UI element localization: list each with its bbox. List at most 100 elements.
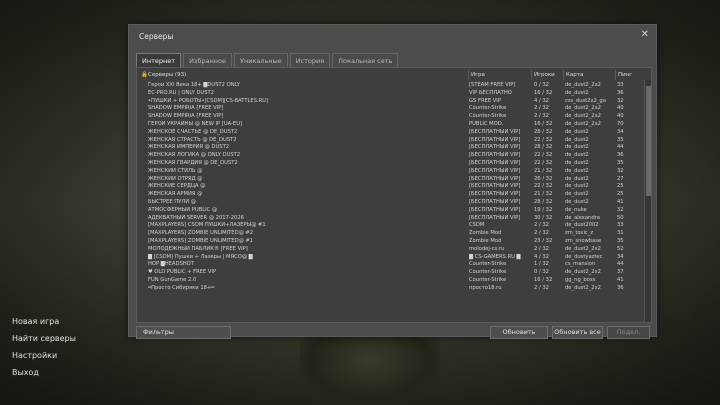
players-cell: 4 / 32 <box>534 97 549 104</box>
server-name-cell: ЖЕНСКИЕ СЕРДЦА @ <box>148 183 206 190</box>
table-row[interactable]: ЖЕНСКАЯ ГВАРДИЯ @ DE_DUST2 [БЕСПЛАТНЫЙ VI… <box>139 160 642 168</box>
game-cell: Counter-Strike <box>469 113 507 120</box>
menu-item-find-servers[interactable]: Найти серверы <box>12 330 76 347</box>
ping-cell: 25 <box>617 183 624 190</box>
server-name-cell: ЖЕНСКАЯ ГВАРДИЯ @ DE_DUST2 <box>148 159 238 166</box>
menu-item-new-game[interactable]: Новая игра <box>12 313 76 330</box>
server-name-cell: ═Просто Сибиряки 18+═ <box>148 284 215 291</box>
table-row[interactable]: •ПУШКИ + РОБОТЫ•[CSDM][CS-BATTLES.RU] GS … <box>139 98 642 106</box>
server-name-cell: [MAXPLAYERS] ZOMBIE UNLIMITED@ #1 <box>148 237 254 244</box>
tab-internet[interactable]: Интернет <box>136 53 182 67</box>
server-name-cell: •ПУШКИ + РОБОТЫ•[CSDM][CS-BATTLES.RU] <box>148 97 269 104</box>
table-row[interactable]: ЖЕНСКИЙ СТИЛЬ @ [БЕСПЛАТНЫЙ VIP] 21 / 32 de… <box>139 168 642 176</box>
server-name-cell: БЫСТРЕЕ ПУЛИ @ <box>148 198 196 205</box>
server-name-cell: FUN GunGame 2.0 <box>148 276 197 283</box>
lock-column-header[interactable]: 🔒 <box>139 70 148 80</box>
table-row[interactable]: SHADOW EMPIRIA [FREE VIP] Counter-Strike 2… <box>139 105 642 113</box>
table-row[interactable]: ═Просто Сибиряки 18+═ просто18.ru 2 / 32 de… <box>139 285 642 293</box>
map-cell: de_dust2_2x2 <box>565 105 601 112</box>
game-column-header[interactable]: Игра <box>469 70 532 80</box>
tab-lan[interactable]: Локальная сеть <box>332 53 399 67</box>
game-cell: Zombie Mod <box>469 237 502 244</box>
filters-button[interactable]: Фильтры <box>136 326 231 339</box>
players-cell: 22 / 32 <box>534 152 553 159</box>
server-name-cell: ЖЕНСКИЙ ОТРЯД @ <box>148 175 203 182</box>
table-row[interactable]: [MAXPLAYERS] ZOMBIE UNLIMITED@ #2 Zombie … <box>139 230 642 238</box>
tab-unique[interactable]: Уникальные <box>233 53 288 67</box>
table-row[interactable]: Герои XXI Века 18+ █DUST2 ONLY [STEAM FRE… <box>139 82 642 90</box>
table-row[interactable]: ЖЕНСКИЙ ОТРЯД @ [БЕСПЛАТНЫЙ VIP] 26 / 32 de… <box>139 176 642 184</box>
table-row[interactable]: ЖЕНСКАЯ СТРАСТЬ @ DE_DUST2 [БЕСПЛАТНЫЙ VI… <box>139 137 642 145</box>
table-row[interactable]: SHADOW EMPIRIA [FREE VIP] Counter-Strike 2… <box>139 113 642 121</box>
table-row[interactable]: ♥ OLD PUBLIC + FREE VIP Counter-Strike 0 /… <box>139 269 642 277</box>
players-cell: 28 / 32 <box>534 144 553 151</box>
menu-item-exit[interactable]: Выход <box>12 364 76 381</box>
players-cell: 21 / 32 <box>534 191 553 198</box>
players-cell: 1 / 32 <box>534 261 549 268</box>
table-row[interactable]: [MAXPLAYERS] CSDM ПУШКИ+ЛАЗЕРЫ@ #1 CSDM 2 … <box>139 222 642 230</box>
players-cell: 2 / 32 <box>534 105 549 112</box>
ping-column-header[interactable]: Пинг <box>616 70 646 80</box>
table-row[interactable]: АДЕКВАТНЫЙ SERVER @ 2017-2026 [БЕСПЛАТНЫЙ… <box>139 215 642 223</box>
game-cell: [БЕСПЛАТНЫЙ VIP] <box>469 198 521 205</box>
map-cell: de_dust2_2x2 <box>565 245 601 252</box>
map-cell: de_dust2_2x2 <box>565 82 601 88</box>
ping-cell: 44 <box>617 261 624 268</box>
players-cell: 2 / 32 <box>534 245 549 252</box>
table-row[interactable]: FUN GunGame 2.0 Counter-Strike 16 / 32 gg_n… <box>139 277 642 285</box>
table-row[interactable]: ГЕРОИ УКРАИНЫ @ NEW IP [UA-EU] PUBLIC MOD… <box>139 121 642 129</box>
server-name-cell: █ [CSDM] Пушки + Лазеры | МЯСО@ █ <box>148 253 253 260</box>
close-icon[interactable]: ✕ <box>641 29 649 40</box>
ping-cell: 35 <box>617 159 624 166</box>
table-row[interactable]: БЫСТРЕЕ ПУЛИ @ [БЕСПЛАТНЫЙ VIP] 28 / 32 de_… <box>139 199 642 207</box>
game-cell: просто18.ru <box>469 284 502 291</box>
table-row[interactable]: ЖЕНСКАЯ ИМПЕРИЯ @ DUST2 [БЕСПЛАТНЫЙ VIP] 2… <box>139 144 642 152</box>
tab-history[interactable]: История <box>289 53 331 67</box>
refresh-button[interactable]: Обновить <box>490 326 548 339</box>
table-row[interactable]: HOP █HEADSHOT Counter-Strike 1 / 32 cs_mans… <box>139 261 642 269</box>
menu-item-settings[interactable]: Настройки <box>12 347 76 364</box>
map-cell: de_dust2_2x2 <box>565 269 601 276</box>
ping-cell: 31 <box>617 230 624 237</box>
server-name-cell: ЖЕНСКАЯ ЛОГИКА @ ONLY DUST2 <box>148 152 241 159</box>
refresh-all-button[interactable]: Обновить все <box>552 326 603 339</box>
map-column-header[interactable]: Карта <box>564 70 616 80</box>
game-cell: █ CS-GAMERS.RU █ <box>469 253 521 260</box>
scrollbar[interactable] <box>644 80 651 322</box>
name-column-header[interactable]: Серверы (93) <box>146 70 469 80</box>
table-row[interactable]: EC-PRO.RU | ONLY DUST2 VIP БЕСПЛАТНО 16 / … <box>139 90 642 98</box>
table-row[interactable]: ЖЕНСКАЯ АРМИЯ @ [БЕСПЛАТНЫЙ VIP] 21 / 32 de… <box>139 191 642 199</box>
ping-cell: 36 <box>617 284 624 291</box>
connect-button[interactable]: Подкл. <box>607 326 650 339</box>
server-list: Герои XXI Века 18+ █DUST2 ONLY [STEAM FRE… <box>139 82 642 322</box>
game-cell: [БЕСПЛАТНЫЙ VIP] <box>469 183 521 190</box>
map-cell: de_dust2 <box>565 167 589 174</box>
server-name-cell: SHADOW EMPIRIA [FREE VIP] <box>148 105 224 112</box>
map-cell: de_alexandra <box>565 214 600 221</box>
game-cell: Counter-Strike <box>469 105 507 112</box>
tab-favorites[interactable]: Избранное <box>183 53 232 67</box>
server-name-cell: [MAXPLAYERS] CSDM ПУШКИ+ЛАЗЕРЫ@ #1 <box>148 222 266 229</box>
players-cell: 22 / 32 <box>534 136 553 143</box>
map-cell: zm_snowbase <box>565 237 602 244</box>
table-row[interactable]: ЖЕНСКИЕ СЕРДЦА @ [БЕСПЛАТНЫЙ VIP] 22 / 32 d… <box>139 183 642 191</box>
map-cell: de_dust2_2x2 <box>565 284 601 291</box>
ping-cell: 41 <box>617 276 624 283</box>
game-cell: [БЕСПЛАТНЫЙ VIP] <box>469 167 521 174</box>
table-row[interactable]: [MAXPLAYERS] ZOMBIE UNLIMITED@ #1 Zombie … <box>139 238 642 246</box>
scroll-thumb[interactable] <box>646 86 651 196</box>
map-cell: de_nuke <box>565 206 587 213</box>
map-cell: de_dustyaztec <box>565 253 603 260</box>
game-cell: [STEAM FREE VIP] <box>469 82 516 88</box>
table-row[interactable]: █ [CSDM] Пушки + Лазеры | МЯСО@ █ █ CS-GA… <box>139 254 642 262</box>
table-row[interactable]: ЖЕНСКОЕ СЧАСТЬЕ @ DE_DUST2 [БЕСПЛАТНЫЙ VI… <box>139 129 642 137</box>
game-cell: PUBLIC MOD. <box>469 120 504 127</box>
table-row[interactable]: МОЛОДЁЖНЫЙ ПАБЛИК® [FREE VIP] molodej-cs.… <box>139 246 642 254</box>
table-row[interactable]: АТМОСФЕРНЫЙ PUBLIC @ [БЕСПЛАТНЫЙ VIP] 19 /… <box>139 207 642 215</box>
players-column-header[interactable]: Игроки <box>532 70 564 80</box>
server-name-cell: АДЕКВАТНЫЙ SERVER @ 2017-2026 <box>148 214 244 221</box>
players-cell: 22 / 32 <box>534 183 553 190</box>
players-cell: 2 / 32 <box>534 113 549 120</box>
table-row[interactable]: ЖЕНСКАЯ ЛОГИКА @ ONLY DUST2 [БЕСПЛАТНЫЙ V… <box>139 152 642 160</box>
map-cell: gg_ng_boss <box>565 276 596 283</box>
